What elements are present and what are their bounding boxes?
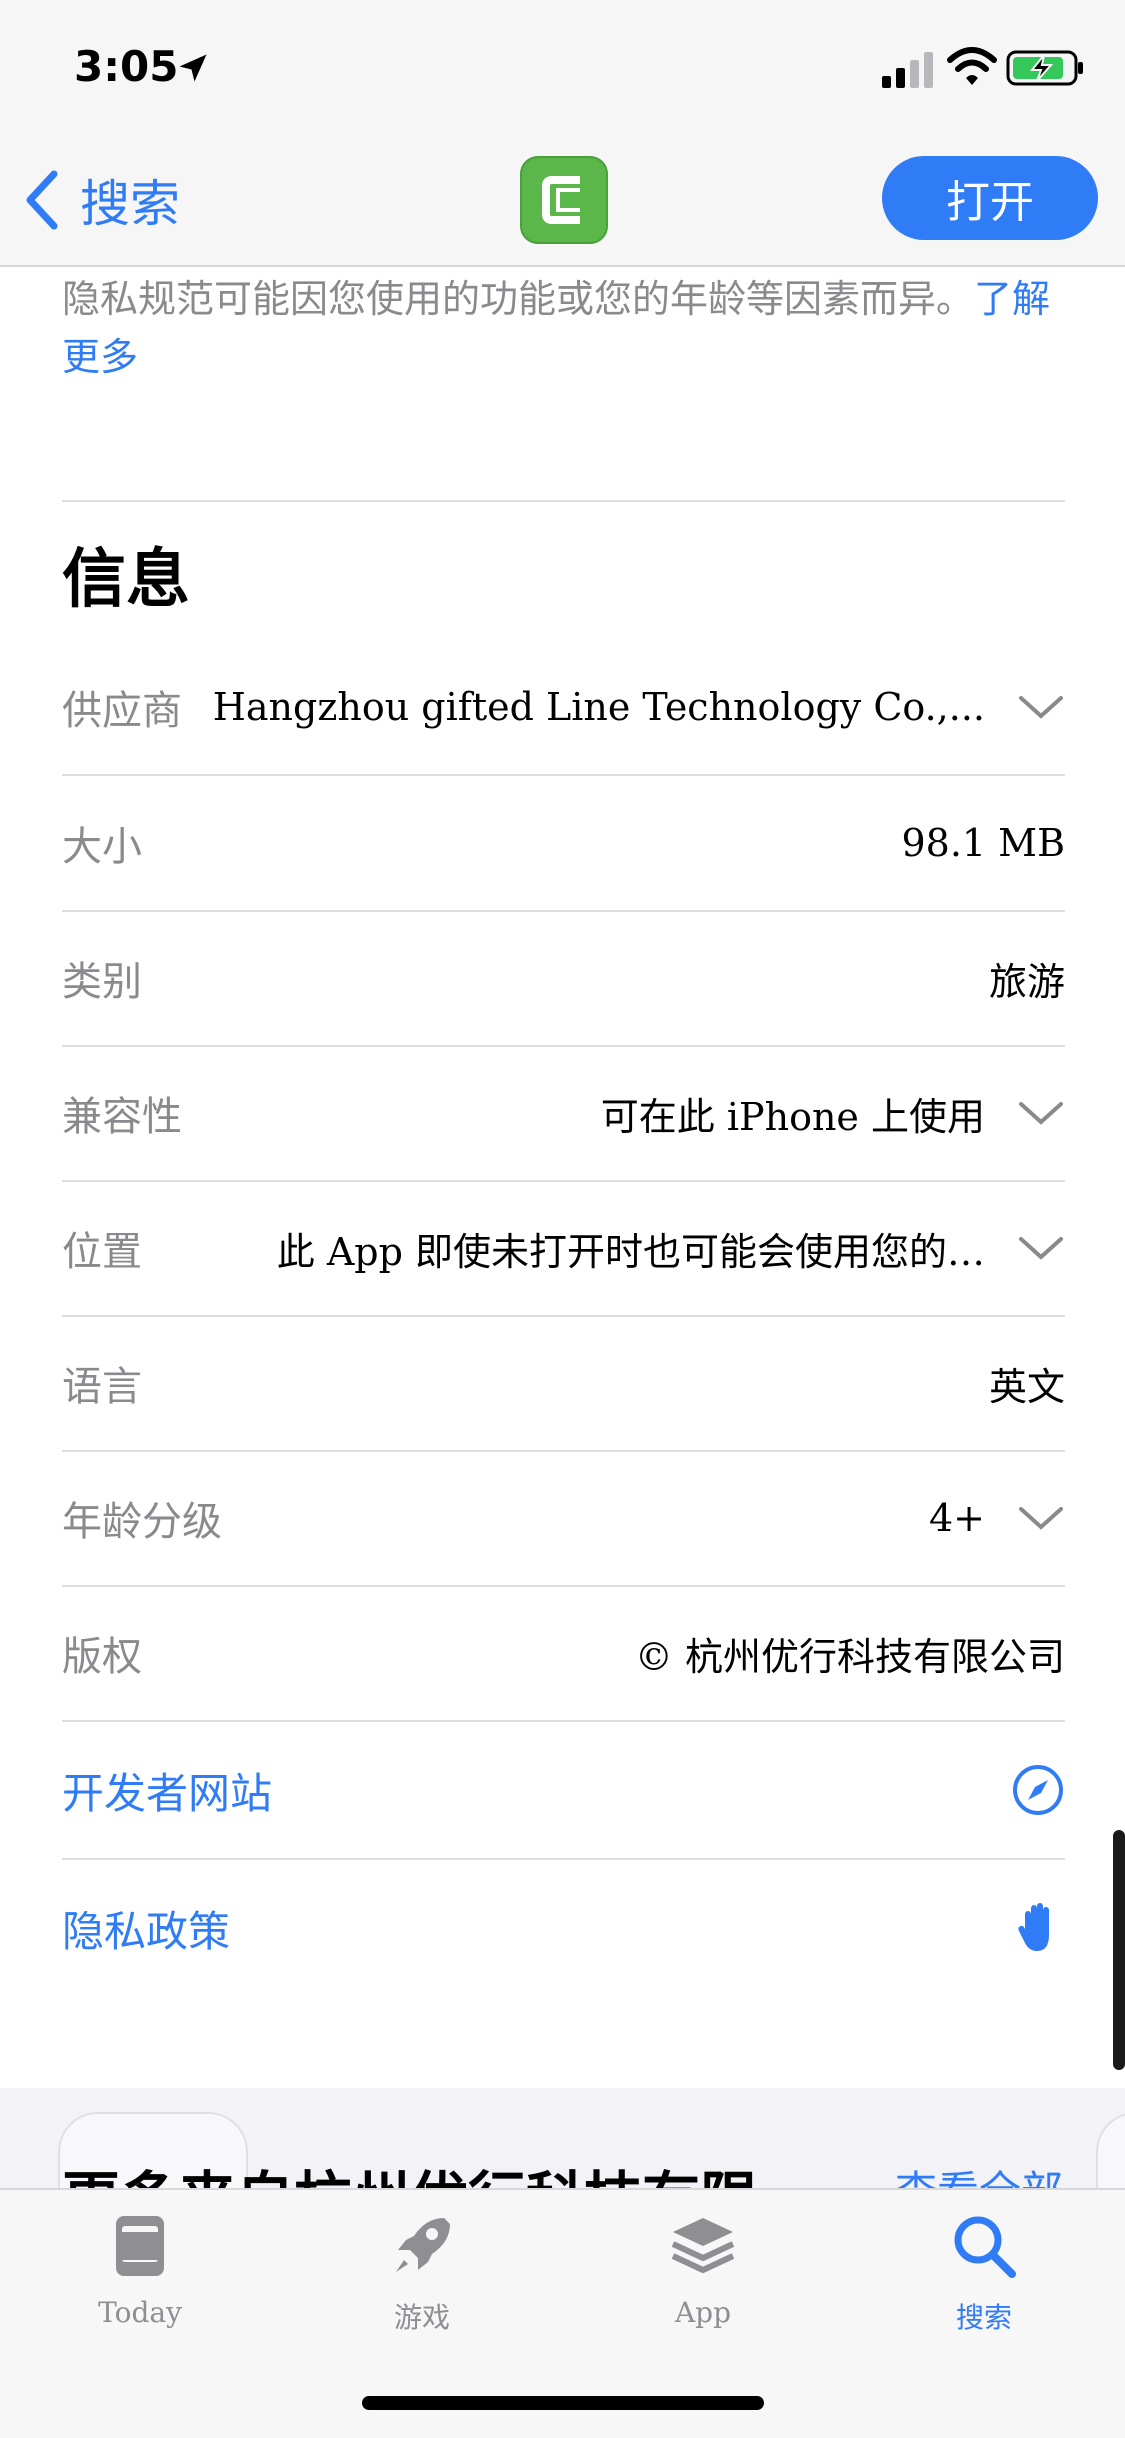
cellular-signal-icon [882,52,933,88]
chevron-down-icon [1019,1507,1063,1530]
info-row-value: 可在此 iPhone 上使用 [600,1094,985,1139]
info-row-value: 英文 [988,1364,1065,1409]
info-row-value: 此 App 即使未打开时也可能会使用您的… [276,1229,985,1274]
chevron-down-icon [1019,696,1063,719]
info-row-copyright: 版权 © 杭州优行科技有限公司 [62,1586,1065,1722]
battery-charging-icon [1006,50,1083,86]
rocket-icon [396,2218,450,2272]
wifi-icon [947,47,997,85]
more-title: 更多来自杭州优行科技有限 [62,2152,758,2188]
info-row-size: 大小 98.1 MB [62,776,1065,912]
info-row-label: 兼容性 [62,1094,182,1140]
compass-icon [1013,1765,1063,1815]
privacy-policy-link[interactable]: 隐私政策 [62,1860,1065,1996]
see-all-link[interactable]: 查看全部 [895,2158,1063,2188]
info-row-age-rating[interactable]: 年龄分级 4+ [62,1451,1065,1587]
info-section-title: 信息 [62,542,190,617]
tab-games[interactable]: 游戏 [322,2210,522,2336]
today-icon [116,2216,164,2276]
home-indicator [362,2396,764,2410]
info-row-label: 版权 [62,1634,142,1680]
info-row-label: 年龄分级 [62,1499,222,1545]
info-row-value: 4+ [928,1496,985,1540]
search-icon [954,2216,1016,2278]
tab-today[interactable]: Today [40,2210,240,2329]
info-row-provider[interactable]: 供应商 Hangzhou gifted Line Technology Co.,… [62,640,1065,776]
status-time: 3:05 [74,42,179,91]
info-row-label: 位置 [62,1229,142,1275]
status-bar: 3:05 [0,0,1125,140]
more-from-developer-section: 更多来自杭州优行科技有限 查看全部 [0,2088,1125,2188]
privacy-note-text: 隐私规范可能因您使用的功能或您的年龄等因素而异。 [62,277,975,321]
chevron-down-icon [1019,1102,1063,1125]
app-icon [520,156,608,244]
info-row-value: 98.1 MB [901,821,1065,865]
location-arrow-icon [179,54,207,82]
info-row-language: 语言 英文 [62,1316,1065,1452]
section-divider [62,500,1065,502]
tab-apps[interactable]: App [603,2210,803,2329]
info-row-value: © 杭州优行科技有限公司 [634,1634,1065,1679]
info-row-label: 类别 [62,959,142,1005]
info-row-label: 供应商 [62,688,182,734]
info-row-label: 语言 [62,1364,142,1410]
more-card[interactable] [1096,2112,1125,2188]
scroll-indicator[interactable] [1113,1830,1125,2070]
open-button[interactable]: 打开 [882,156,1098,240]
hand-icon [1018,1903,1049,1951]
info-row-value: Hangzhou gifted Line Technology Co.,... [212,685,985,729]
developer-website-label: 开发者网站 [62,1768,273,1818]
privacy-note: 隐私规范可能因您使用的功能或您的年龄等因素而异。了解更多 [62,270,1062,386]
back-button[interactable]: 搜索 [22,164,180,236]
info-row-location[interactable]: 位置 此 App 即使未打开时也可能会使用您的… [62,1181,1065,1317]
info-row-value: 旅游 [988,959,1065,1004]
chevron-left-icon [26,170,58,230]
tab-label: App [674,2296,732,2329]
tab-label: Today [98,2296,182,2329]
privacy-policy-label: 隐私政策 [62,1906,231,1956]
tab-label: 游戏 [393,2301,450,2334]
developer-website-link[interactable]: 开发者网站 [62,1722,1065,1860]
layers-icon [671,2218,735,2273]
chevron-down-icon [1019,1237,1063,1260]
tab-label: 搜索 [955,2301,1012,2334]
info-row-category: 类别 旅游 [62,911,1065,1047]
back-button-label: 搜索 [80,175,180,233]
info-row-compatibility[interactable]: 兼容性 可在此 iPhone 上使用 [62,1046,1065,1182]
tab-search[interactable]: 搜索 [884,2210,1084,2336]
navigation-bar: 搜索 打开 [0,140,1125,267]
app-logo-icon [542,176,580,224]
info-row-label: 大小 [62,824,142,870]
